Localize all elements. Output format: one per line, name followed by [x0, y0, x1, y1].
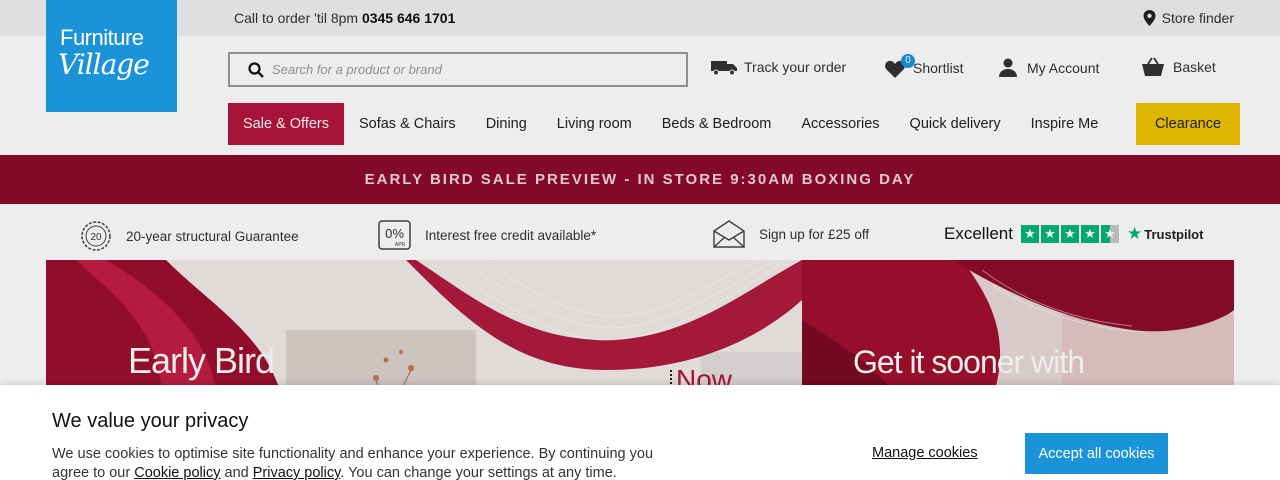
manage-cookies-link[interactable]: Manage cookies [872, 445, 978, 461]
cookie-text: We use cookies to optimise site function… [52, 445, 672, 480]
furniture-village-logo[interactable]: Furniture Village [46, 0, 177, 112]
cookie-banner: We value your privacy We use cookies to … [0, 385, 1280, 480]
privacy-policy-link[interactable]: Privacy policy [253, 465, 341, 480]
logo-line-2: Village [58, 48, 150, 81]
cookie-text-part-2: . You can change your settings at any ti… [340, 465, 617, 480]
cookie-title: We value your privacy [52, 410, 249, 432]
accept-all-cookies-button[interactable]: Accept all cookies [1025, 433, 1168, 474]
cookie-policy-link[interactable]: Cookie policy [134, 465, 220, 480]
cookie-text-and: and [220, 465, 253, 480]
